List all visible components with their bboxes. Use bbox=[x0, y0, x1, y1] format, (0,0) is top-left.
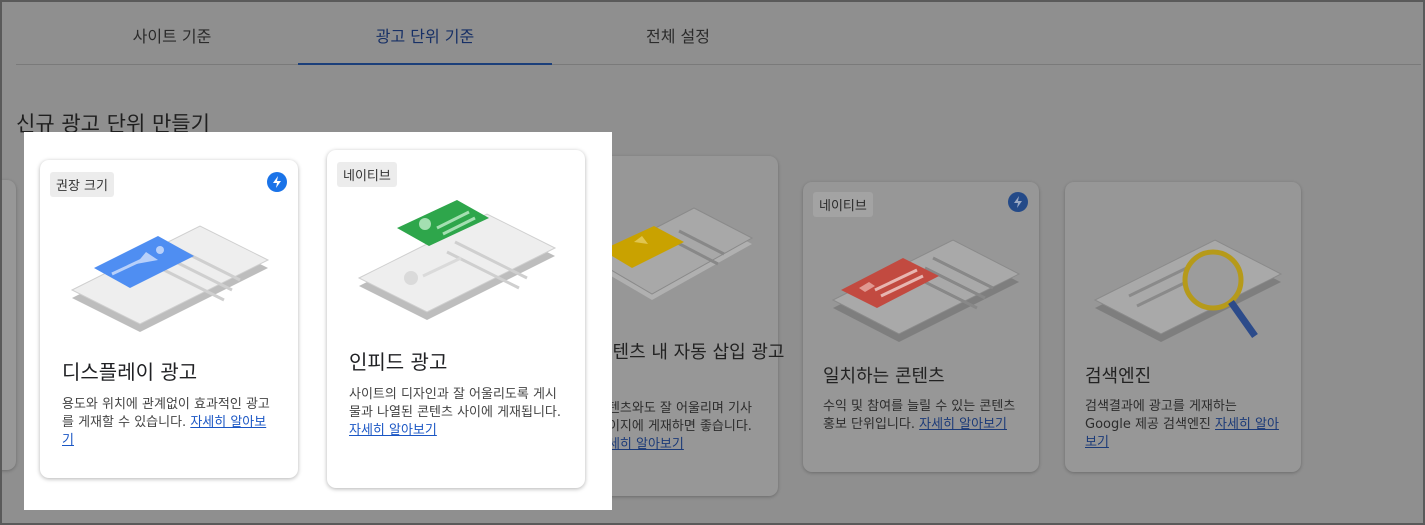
matched-badge: 네이티브 bbox=[813, 192, 873, 217]
active-tab-indicator bbox=[298, 63, 552, 65]
tab-site[interactable]: 사이트 기준 bbox=[64, 6, 280, 64]
search-desc: 검색결과에 광고를 게재하는 Google 제공 검색엔진 자세히 알아보기 bbox=[1085, 398, 1285, 452]
tab-ad-unit[interactable]: 광고 단위 기준 bbox=[298, 6, 552, 65]
ad-card-matched-content[interactable]: 네이티브 일치하는 콘텐츠 수익 및 참여를 늘릴 수 있는 콘텐츠 홍보 단위… bbox=[803, 182, 1039, 472]
display-desc: 용도와 위치에 관계없이 효과적인 광고를 게재할 수 있습니다. 자세히 알아… bbox=[62, 396, 276, 450]
ad-card-infeed[interactable]: 네이티브 인피드 광고 사이트의 디자인과 잘 어울리도록 게시물과 나열된 콘… bbox=[327, 150, 585, 488]
infeed-badge: 네이티브 bbox=[337, 162, 397, 187]
inarticle-desc-text: 콘텐츠와도 잘 어울리며 기사 페이지에 게재하면 좋습니다. bbox=[596, 401, 752, 434]
infeed-desc: 사이트의 디자인과 잘 어울리도록 게시물과 나열된 콘텐츠 사이에 게재됩니다… bbox=[349, 386, 563, 440]
matched-title: 일치하는 콘텐츠 bbox=[823, 366, 945, 387]
infeed-illustration bbox=[357, 200, 557, 320]
matched-learn-more-link[interactable]: 자세히 알아보기 bbox=[919, 417, 1007, 432]
ad-card-hidden bbox=[2, 180, 16, 470]
infeed-title: 인피드 광고 bbox=[349, 350, 448, 374]
infeed-desc-text: 사이트의 디자인과 잘 어울리도록 게시물과 나열된 콘텐츠 사이에 게재됩니다… bbox=[349, 387, 562, 420]
search-title: 검색엔진 bbox=[1085, 366, 1152, 387]
matched-illustration bbox=[831, 239, 1021, 342]
highlight-panel: 권장 크기 디스플레이 광고 용도와 위치에 관계없이 효과적인 광고를 게재할… bbox=[24, 132, 612, 510]
tab-ad-unit-label: 광고 단위 기준 bbox=[375, 27, 475, 46]
tab-global-settings[interactable]: 전체 설정 bbox=[570, 6, 786, 64]
bolt-icon bbox=[267, 172, 287, 192]
bolt-icon bbox=[1008, 192, 1028, 212]
matched-desc: 수익 및 참여를 늘릴 수 있는 콘텐츠 홍보 단위입니다. 자세히 알아보기 bbox=[823, 398, 1023, 434]
ad-card-display[interactable]: 권장 크기 디스플레이 광고 용도와 위치에 관계없이 효과적인 광고를 게재할… bbox=[40, 160, 298, 478]
inarticle-desc: 콘텐츠와도 잘 어울리며 기사 페이지에 게재하면 좋습니다. 자세히 알아보기 bbox=[596, 400, 766, 454]
display-title: 디스플레이 광고 bbox=[62, 360, 198, 384]
display-illustration bbox=[70, 225, 270, 332]
display-badge: 권장 크기 bbox=[50, 172, 114, 197]
tab-bar: 사이트 기준 광고 단위 기준 전체 설정 bbox=[16, 6, 1421, 65]
ad-card-inarticle[interactable]: 콘텐츠 내 자동 삽입 광고 콘텐츠와도 잘 어울리며 기사 페이지에 게재하면… bbox=[584, 156, 785, 496]
tab-site-label: 사이트 기준 bbox=[132, 27, 212, 46]
infeed-learn-more-link[interactable]: 자세히 알아보기 bbox=[349, 423, 437, 438]
tab-global-settings-label: 전체 설정 bbox=[646, 27, 710, 46]
ad-card-search-engine[interactable]: 검색엔진 검색결과에 광고를 게재하는 Google 제공 검색엔진 자세히 알… bbox=[1065, 182, 1301, 472]
inarticle-title: 콘텐츠 내 자동 삽입 광고 bbox=[596, 342, 785, 363]
search-illustration bbox=[1093, 239, 1283, 342]
